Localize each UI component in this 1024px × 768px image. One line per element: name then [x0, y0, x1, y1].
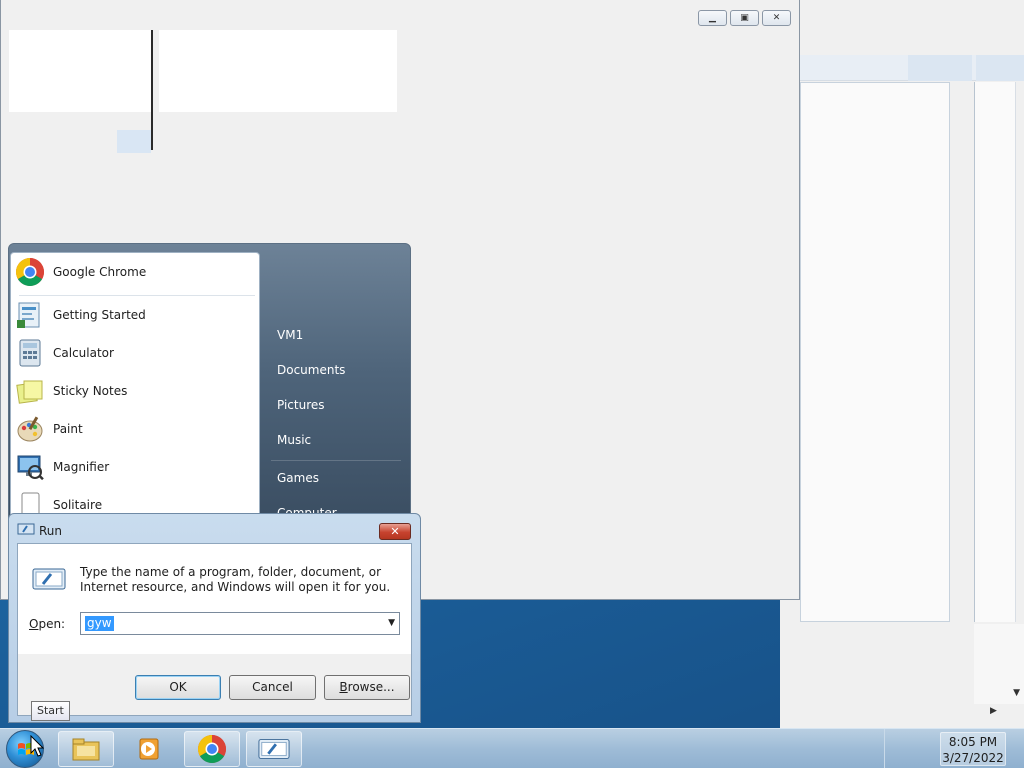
start-item-label: Getting Started [53, 308, 146, 322]
open-input-value[interactable]: gyw [85, 616, 114, 631]
start-item-label: Google Chrome [53, 265, 147, 279]
content-panel [9, 30, 151, 112]
clock-time: 8:05 PM [948, 735, 998, 749]
start-link-vm1[interactable]: VM1 [277, 328, 303, 342]
tray-separator [884, 729, 885, 768]
start-link-games[interactable]: Games [277, 471, 319, 485]
start-link-documents[interactable]: Documents [277, 363, 345, 377]
background-window-pane [800, 82, 950, 622]
chrome-icon [16, 258, 44, 286]
close-icon: ✕ [390, 525, 400, 538]
start-item-label: Solitaire [53, 498, 103, 512]
run-description: Type the name of a program, folder, docu… [80, 565, 391, 594]
run-client-area: Type the name of a program, folder, docu… [17, 543, 412, 716]
start-item-sticky-notes[interactable]: Sticky Notes [11, 372, 261, 410]
toolbar-segment [908, 55, 972, 81]
media-player-icon [139, 738, 159, 760]
mouse-cursor-icon [30, 735, 44, 757]
explorer-icon [72, 738, 100, 761]
magnifier-icon [17, 455, 44, 481]
scroll-right-icon[interactable]: ▶ [990, 706, 997, 716]
start-item-label: Sticky Notes [53, 384, 128, 398]
toolbar-segment [976, 55, 1024, 81]
open-combobox[interactable]: gyw ▼ [80, 612, 400, 635]
run-icon [258, 739, 290, 759]
open-label-text: pen: [38, 617, 66, 631]
taskbar-clock[interactable]: 8:05 PM 3/27/2022 [940, 732, 1006, 766]
run-titlebar[interactable]: Run ✕ [9, 514, 420, 542]
open-label: Open: [29, 617, 65, 631]
paint-icon [17, 416, 43, 442]
run-title: Run [39, 524, 63, 538]
start-item-paint[interactable]: Paint [11, 410, 261, 448]
maximize-button[interactable]: ▣ [730, 10, 759, 26]
minimize-button[interactable]: ▁ [698, 10, 727, 26]
start-menu-programs: Google Chrome Getting Started Calculator… [10, 252, 261, 532]
taskbar-explorer-button[interactable] [58, 731, 114, 767]
taskbar-run-button[interactable] [246, 731, 302, 767]
selected-item[interactable] [117, 130, 151, 153]
maximize-icon: ▣ [740, 13, 749, 23]
start-item-getting-started[interactable]: Getting Started [11, 296, 261, 334]
start-item-label: Paint [53, 422, 83, 436]
browse-label: rowse... [347, 680, 395, 694]
ok-button[interactable]: OK [135, 675, 221, 700]
content-panel [159, 30, 397, 112]
taskbar: 8:05 PM 3/27/2022 [0, 728, 1024, 768]
start-link-pictures[interactable]: Pictures [277, 398, 325, 412]
clock-date: 3/27/2022 [942, 751, 1004, 765]
dropdown-arrow-icon[interactable]: ▼ [388, 618, 395, 628]
window-caption-buttons: ▁ ▣ ✕ [698, 10, 791, 26]
minimize-icon: ▁ [709, 13, 716, 23]
cancel-button[interactable]: Cancel [229, 675, 316, 700]
getting-started-icon [17, 302, 40, 328]
start-item-magnifier[interactable]: Magnifier [11, 448, 261, 486]
run-dialog: Run ✕ Type the name of a program, folder… [8, 513, 421, 723]
start-tooltip: Start [31, 701, 70, 721]
start-item-label: Magnifier [53, 460, 110, 474]
start-item-google-chrome[interactable]: Google Chrome [11, 253, 261, 291]
taskbar-chrome-button[interactable] [184, 731, 240, 767]
background-window-toolbar [780, 55, 1024, 81]
background-window-side-pane [974, 82, 1016, 622]
start-menu-places: VM1 Documents Pictures Music Games Compu… [261, 244, 410, 532]
run-content: Type the name of a program, folder, docu… [18, 544, 411, 654]
close-window-button[interactable]: ✕ [762, 10, 791, 26]
start-menu: Google Chrome Getting Started Calculator… [8, 243, 411, 533]
start-item-label: Calculator [53, 346, 114, 360]
scroll-down-icon[interactable]: ▼ [1013, 688, 1020, 698]
splitter[interactable] [151, 30, 153, 150]
run-program-icon [32, 568, 66, 590]
taskbar-media-player-button[interactable] [120, 731, 176, 767]
chrome-icon [198, 735, 226, 763]
run-close-button[interactable]: ✕ [379, 523, 411, 540]
browse-accesskey: B [339, 680, 348, 694]
browse-button[interactable]: Browse... [324, 675, 410, 700]
close-icon: ✕ [772, 13, 781, 23]
sticky-notes-icon [16, 380, 43, 404]
calculator-icon [19, 339, 41, 367]
start-link-music[interactable]: Music [277, 433, 311, 447]
run-icon [17, 523, 35, 535]
start-menu-separator [271, 460, 401, 461]
start-item-calculator[interactable]: Calculator [11, 334, 261, 372]
background-window: ▼ ▶ [780, 0, 1024, 728]
